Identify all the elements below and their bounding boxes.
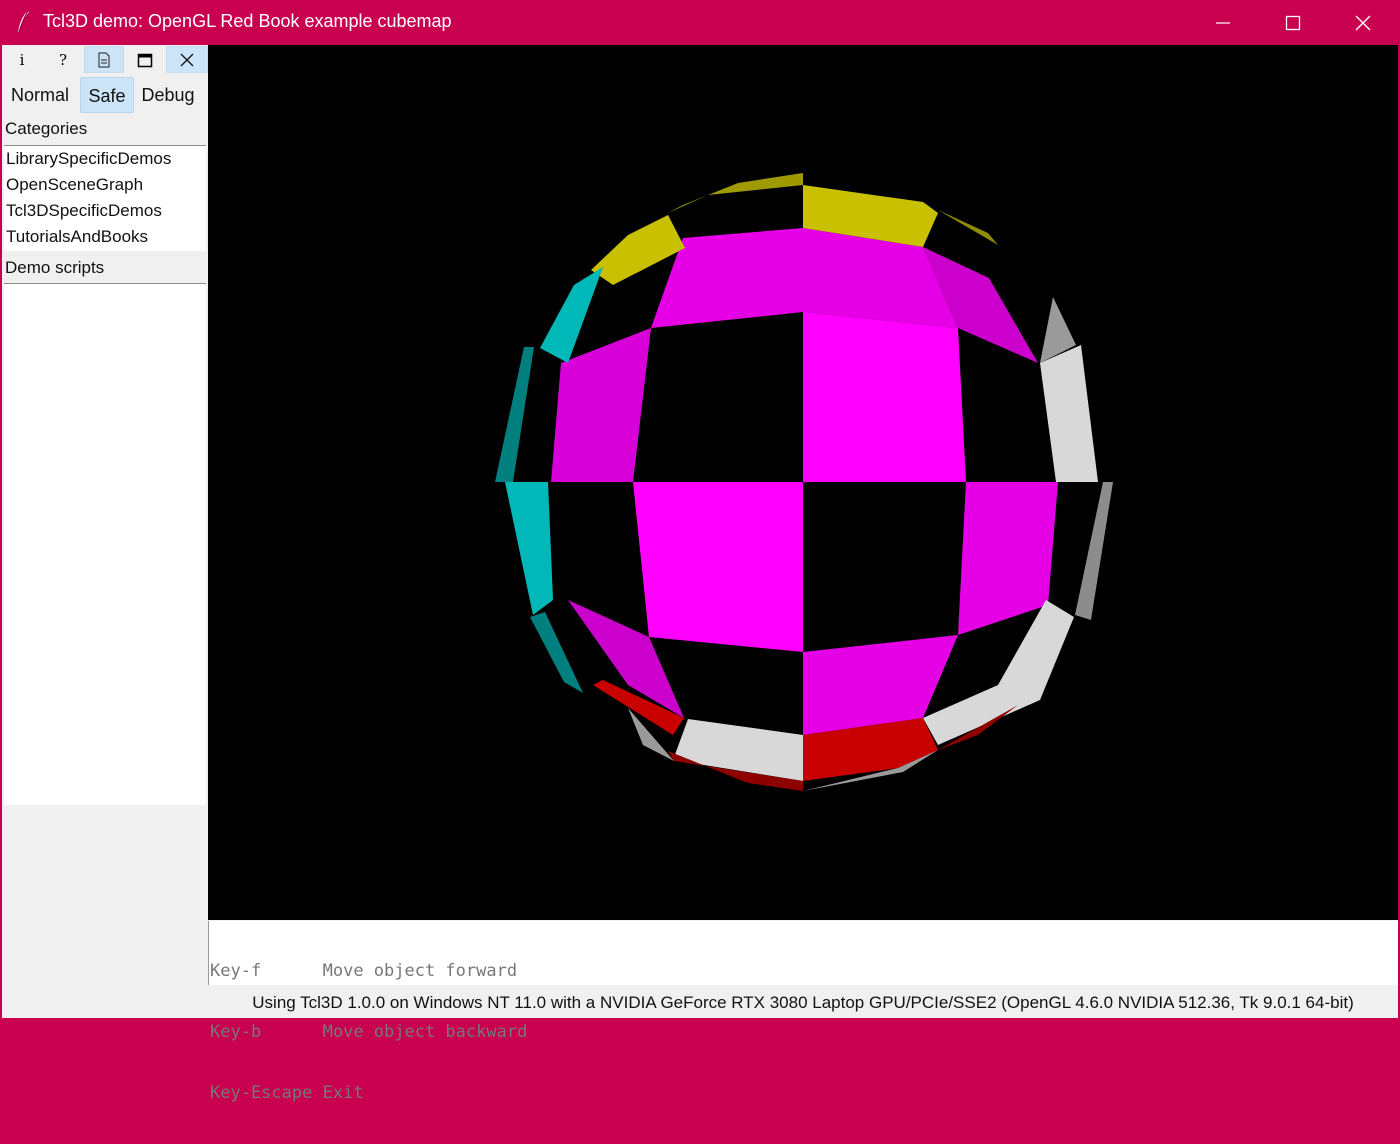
status-bar: Using Tcl3D 1.0.0 on Windows NT 11.0 wit…	[252, 993, 1354, 1012]
sidebar: i ? Normal Safe Debug Categories Library…	[2, 45, 208, 1018]
demo-scripts-list[interactable]	[4, 283, 206, 805]
categories-label: Categories	[5, 119, 88, 138]
help-icon: ?	[58, 50, 68, 69]
close-window-button[interactable]	[1328, 0, 1398, 45]
key-help-text[interactable]: Key-f Move object forward Key-b Move obj…	[208, 921, 1398, 1103]
sphere-band	[495, 347, 534, 482]
mode-safe-button[interactable]: Safe	[80, 77, 134, 113]
sphere-band	[923, 600, 1074, 745]
demo-scripts-label: Demo scripts	[5, 258, 105, 277]
key-action: Move object backward	[322, 1022, 528, 1042]
list-item[interactable]: LibrarySpecificDemos	[4, 146, 206, 172]
sphere-face	[803, 228, 958, 328]
key-help-row: Key-f Move object forward	[209, 961, 1398, 982]
sphere-band	[1075, 482, 1113, 620]
close-icon	[1355, 15, 1371, 30]
list-item[interactable]: Tcl3DSpecificDemos	[4, 198, 206, 224]
title-bar[interactable]: Tcl3D demo: OpenGL Red Book example cube…	[0, 0, 1400, 45]
info-button[interactable]: i	[2, 46, 42, 73]
feather-icon	[18, 10, 29, 33]
sphere-face	[633, 482, 803, 652]
sphere-band	[540, 267, 603, 363]
maximize-icon	[1285, 15, 1301, 30]
key-name: Key-f	[210, 961, 262, 981]
toolbar: i ?	[2, 45, 208, 74]
minimize-button[interactable]	[1188, 0, 1258, 45]
minimize-icon	[1216, 21, 1230, 24]
window-icon	[137, 53, 153, 67]
document-icon	[98, 52, 110, 67]
key-name: Key-b	[210, 1022, 262, 1042]
sphere-band	[668, 173, 803, 213]
categories-list[interactable]: LibrarySpecificDemos OpenSceneGraph Tcl3…	[4, 145, 206, 251]
opengl-viewport[interactable]	[208, 45, 1398, 920]
info-icon: i	[19, 50, 25, 69]
sphere-band	[505, 482, 553, 615]
sphere-band	[530, 612, 583, 693]
mode-normal-button[interactable]: Normal	[4, 77, 76, 113]
sphere-band	[1040, 345, 1098, 482]
mode-debug-button[interactable]: Debug	[136, 77, 200, 113]
mode-selector: Normal Safe Debug	[2, 77, 208, 113]
cubemap-sphere	[495, 173, 1113, 791]
view-source-button[interactable]	[84, 46, 124, 73]
close-demo-button[interactable]	[166, 46, 208, 73]
sphere-face	[803, 312, 966, 482]
key-name: Key-Escape	[210, 1083, 313, 1103]
window-button[interactable]	[125, 46, 165, 73]
help-button[interactable]: ?	[43, 46, 83, 73]
key-help-row: Key-b Move object backward	[209, 1022, 1398, 1043]
key-action: Move object forward	[322, 961, 518, 981]
maximize-button[interactable]	[1258, 0, 1328, 45]
sphere-band	[938, 210, 998, 245]
key-help-row: Key-Escape Exit	[209, 1083, 1398, 1104]
window-title: Tcl3D demo: OpenGL Red Book example cube…	[43, 11, 452, 31]
close-icon	[180, 53, 194, 66]
list-item[interactable]: TutorialsAndBooks	[4, 224, 206, 250]
key-action: Exit	[322, 1083, 364, 1103]
client-area: i ? Normal Safe Debug Categories Library…	[2, 45, 1398, 1103]
list-item[interactable]: OpenSceneGraph	[4, 172, 206, 198]
